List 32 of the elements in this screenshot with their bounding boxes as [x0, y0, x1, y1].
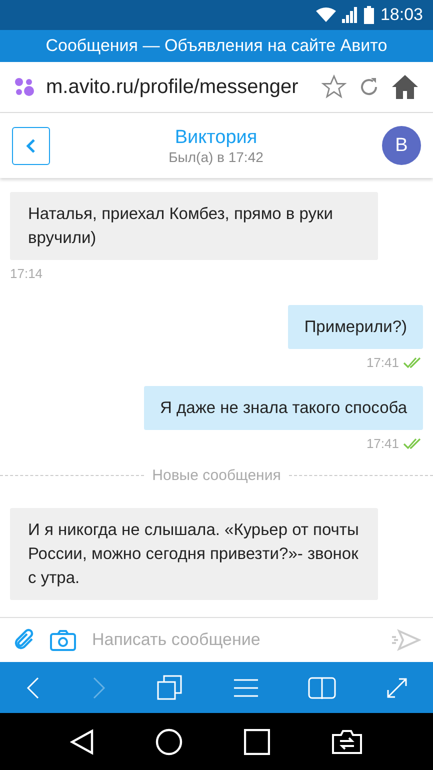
star-icon[interactable]: [321, 74, 347, 100]
contact-name: Виктория: [174, 126, 258, 148]
wifi-icon: [316, 7, 336, 23]
last-seen: Был(а) в 17:42: [168, 148, 264, 164]
menu-icon[interactable]: [234, 678, 258, 698]
battery-icon: [364, 6, 374, 24]
message-bubble: Примерили?): [288, 305, 423, 349]
book-icon[interactable]: [308, 676, 336, 700]
new-messages-divider: Новые сообщения: [152, 467, 281, 484]
tabs-icon[interactable]: [157, 674, 184, 700]
site-icon: [14, 77, 36, 97]
avatar[interactable]: В: [382, 126, 421, 165]
url-text[interactable]: m.avito.ru/profile/messenger: [46, 76, 311, 98]
back-button[interactable]: [12, 126, 50, 164]
paperclip-icon[interactable]: [12, 628, 36, 652]
clock-time: 18:03: [380, 5, 423, 25]
fullscreen-icon[interactable]: [386, 676, 408, 698]
message-time: 17:41: [366, 355, 399, 370]
chevron-left-icon: [26, 138, 36, 152]
message-bubble: Я даже не знала такого способа: [144, 386, 423, 430]
home-icon[interactable]: [155, 728, 184, 756]
camera-icon[interactable]: [50, 629, 76, 651]
switch-apps-icon[interactable]: [330, 728, 363, 754]
home-icon[interactable]: [391, 74, 419, 100]
message-time: 17:41: [366, 436, 399, 451]
message-bubble: И я никогда не слышала. «Курьер от почты России, можно сегодня привезти?»- звонок с утра.: [10, 508, 378, 600]
back-icon[interactable]: [70, 728, 94, 754]
page-title: Сообщения — Объявления на сайте Авито: [46, 36, 388, 56]
message-bubble: Наталья, приехал Комбез, прямо в руки вручили): [10, 192, 378, 260]
signal-icon: [342, 7, 358, 23]
message-time: 17:14: [10, 266, 43, 281]
recents-icon[interactable]: [244, 728, 270, 754]
